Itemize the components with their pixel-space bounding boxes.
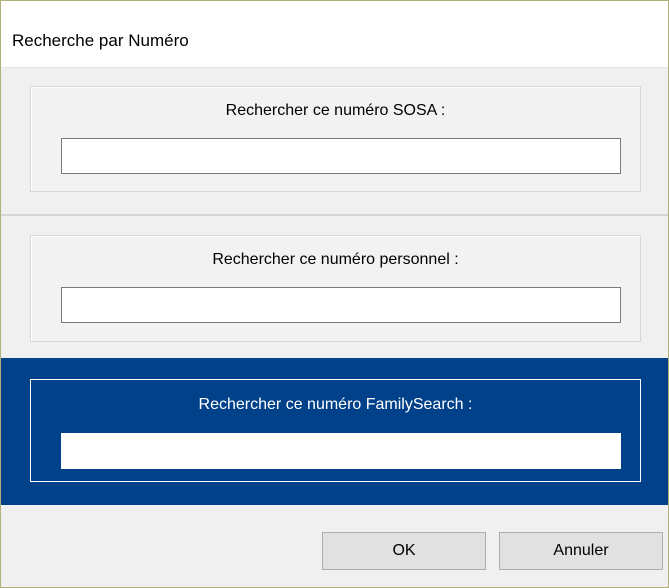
title-bar: Recherche par Numéro <box>1 1 668 68</box>
search-by-number-dialog: Recherche par Numéro Rechercher ce numér… <box>0 0 669 588</box>
personal-number-label: Rechercher ce numéro personnel : <box>212 251 459 268</box>
familysearch-number-input[interactable] <box>61 433 621 469</box>
sosa-section[interactable]: Rechercher ce numéro SOSA : <box>1 68 668 212</box>
button-bar: OK Annuler <box>1 505 668 587</box>
cancel-button[interactable]: Annuler <box>499 532 663 570</box>
personal-number-group: Rechercher ce numéro personnel : <box>30 235 641 342</box>
personal-number-section[interactable]: Rechercher ce numéro personnel : <box>1 214 668 358</box>
ok-button[interactable]: OK <box>322 532 486 570</box>
familysearch-label: Rechercher ce numéro FamilySearch : <box>198 396 473 413</box>
personal-number-input[interactable] <box>61 287 621 323</box>
sosa-number-input[interactable] <box>61 138 621 174</box>
dialog-title: Recherche par Numéro <box>12 31 189 50</box>
sosa-group: Rechercher ce numéro SOSA : <box>30 86 641 192</box>
familysearch-group: Rechercher ce numéro FamilySearch : <box>30 379 641 482</box>
familysearch-section[interactable]: Rechercher ce numéro FamilySearch : <box>1 358 668 505</box>
sosa-label: Rechercher ce numéro SOSA : <box>225 102 446 119</box>
